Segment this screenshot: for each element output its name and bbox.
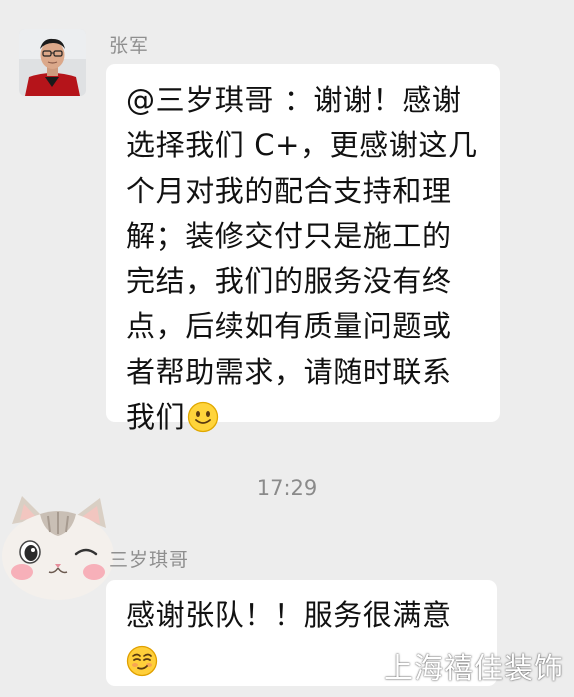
message-text-line-last: 我们	[126, 395, 482, 440]
message-text-line: 个月对我的配合支持和理	[126, 173, 452, 208]
message-bubble[interactable]: @三岁琪哥 ：谢谢！感谢 选择我们 C+，更感谢这几 个月对我的配合支持和理 解…	[106, 64, 500, 434]
sender-avatar[interactable]	[0, 494, 118, 606]
message-text-fragment: 我们	[126, 400, 186, 435]
message-text-line: 点，后续如有质量问题或	[126, 309, 452, 344]
message-text-line: 完结，我们的服务没有终	[126, 264, 452, 299]
message-text-line: 选择我们 C+，更感谢这几	[126, 128, 478, 163]
message-text-line: @三岁琪哥 ：谢谢！感谢	[126, 83, 462, 117]
message-text-line: 者帮助需求，请随时联系	[126, 354, 452, 389]
smirk-emoji-icon	[126, 645, 158, 677]
sender-name: 张军	[109, 35, 150, 57]
sender-name: 三岁琪哥	[109, 549, 190, 571]
sender-avatar[interactable]	[19, 29, 86, 96]
message-text-line: 感谢张队！！服务很满意	[126, 598, 452, 632]
message-text-line: 解；装修交付只是施工的	[126, 218, 452, 253]
cat-avatar-icon	[2, 496, 114, 600]
watermark-text: 上海禧佳装饰	[383, 651, 564, 685]
smile-emoji-icon	[188, 401, 219, 433]
man-avatar-icon	[19, 29, 86, 96]
